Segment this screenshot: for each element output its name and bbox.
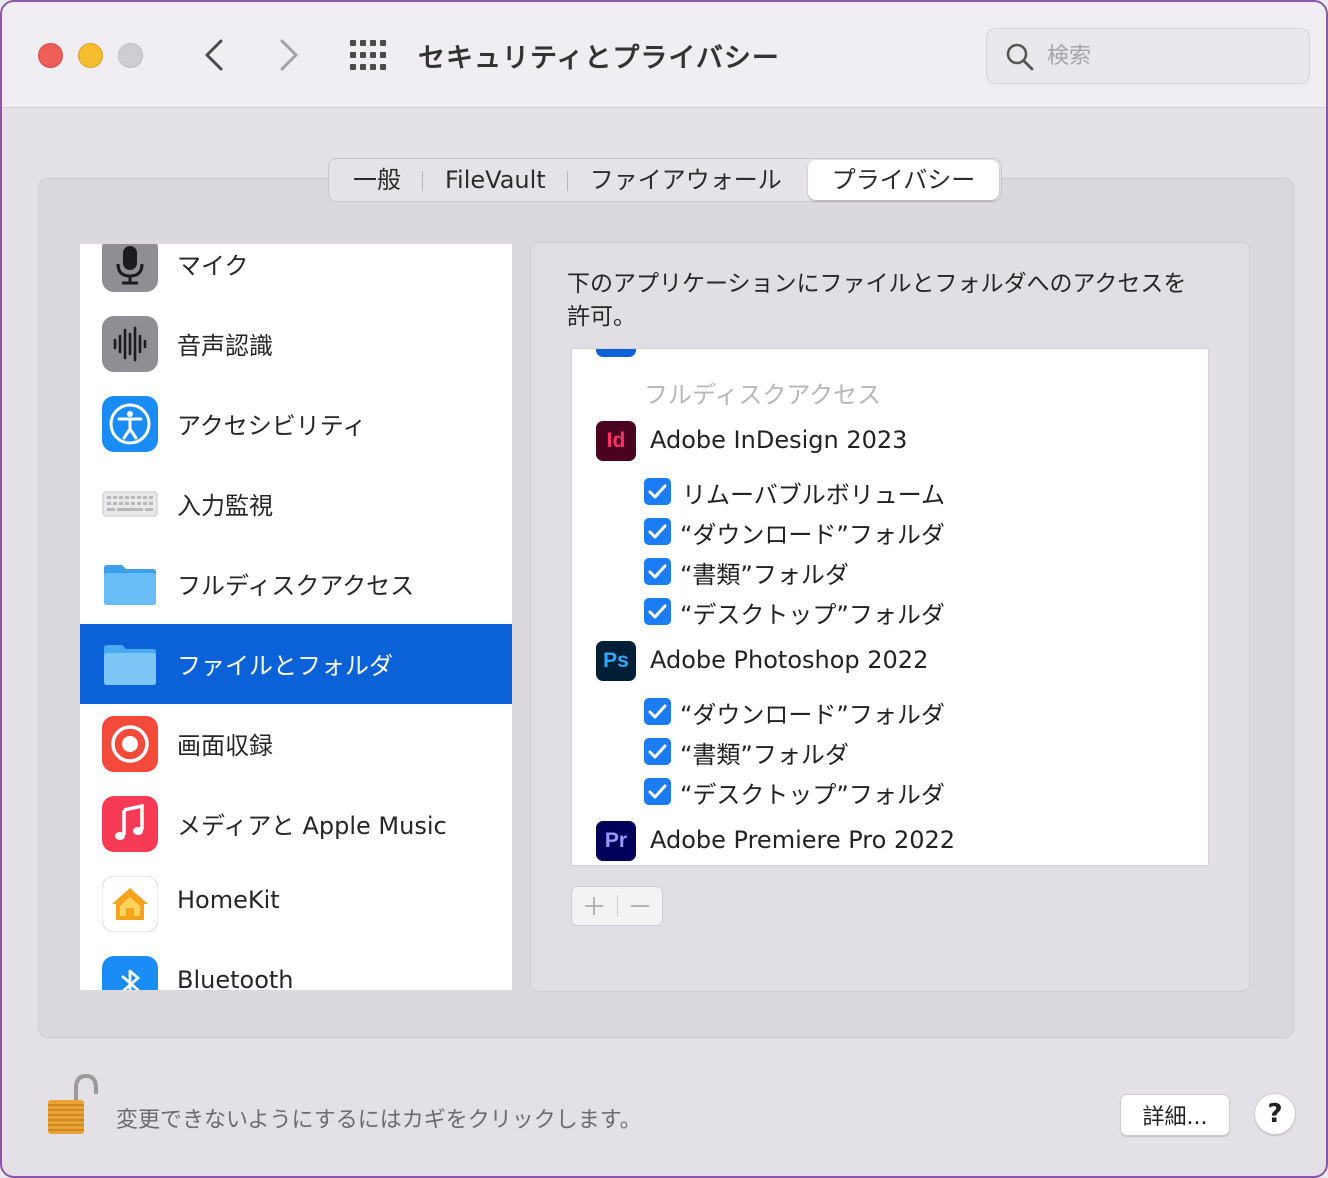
tab-filevault[interactable]: FileVault <box>423 160 568 200</box>
forward-button[interactable] <box>267 32 311 78</box>
permission-label: “書類”フォルダ <box>680 741 849 769</box>
tab-privacy[interactable]: プライバシー <box>807 160 1000 200</box>
permission-label: “ダウンロード”フォルダ <box>680 701 945 729</box>
category-label: マイク <box>177 252 249 280</box>
category-microphone[interactable]: マイク <box>80 244 512 304</box>
app-name: Adobe InDesign 2023 <box>650 426 908 454</box>
permission-label: “デスクトップ”フォルダ <box>680 601 945 629</box>
preferences-window: セキュリティとプライバシー 一般 FileVault ファイアウォール プライバ… <box>0 0 1328 1178</box>
music-note-icon <box>102 796 158 852</box>
category-speech-recognition[interactable]: 音声認識 <box>80 304 512 384</box>
app-access-list[interactable]: フルディスクアクセス Id Adobe InDesign 2023 リムーバブル… <box>571 348 1209 866</box>
category-label: 画面収録 <box>177 732 273 760</box>
search-input[interactable] <box>1047 39 1287 73</box>
lock-hint-text: 変更できないようにするにはカギをクリックします。 <box>116 1108 642 1133</box>
close-button[interactable] <box>38 43 63 68</box>
permission-row[interactable]: リムーバブルボリューム <box>572 471 1208 511</box>
home-icon <box>102 876 158 932</box>
privacy-category-list[interactable]: マイク 音声認識 アクセシビリティ 入力監視 フルディスクアクセス ファイルとフ… <box>80 244 512 990</box>
category-label: アクセシビリティ <box>177 412 367 440</box>
remove-button[interactable] <box>617 887 662 925</box>
photoshop-icon: Ps <box>596 641 636 681</box>
title-bar: セキュリティとプライバシー <box>2 2 1326 108</box>
app-name: Adobe Premiere Pro 2022 <box>650 826 956 854</box>
minus-icon <box>630 905 649 907</box>
category-label: HomeKit <box>177 886 280 914</box>
folder-icon <box>104 565 156 605</box>
checkbox-checked-icon[interactable] <box>644 558 671 585</box>
screen-record-icon <box>102 716 158 772</box>
search-field[interactable] <box>986 28 1310 84</box>
category-bluetooth[interactable]: Bluetooth <box>80 944 512 990</box>
category-label: ファイルとフォルダ <box>177 652 393 680</box>
zoom-button[interactable] <box>118 43 143 68</box>
microphone-icon <box>102 244 158 292</box>
category-label: 音声認識 <box>177 332 273 360</box>
category-media-apple-music[interactable]: メディアと Apple Music <box>80 784 512 864</box>
category-screen-recording[interactable]: 画面収録 <box>80 704 512 784</box>
indesign-icon: Id <box>596 421 636 461</box>
chevron-left-icon <box>205 39 223 71</box>
plus-icon <box>585 897 604 915</box>
permission-row[interactable]: “ダウンロード”フォルダ <box>572 691 1208 731</box>
show-all-button[interactable] <box>348 36 390 76</box>
permission-row[interactable]: “デスクトップ”フォルダ <box>572 771 1208 811</box>
permission-row[interactable]: “ダウンロード”フォルダ <box>572 511 1208 551</box>
premiere-icon: Pr <box>596 821 636 861</box>
app-icon <box>596 349 636 357</box>
checkbox-checked-icon[interactable] <box>644 698 671 725</box>
add-remove-control <box>571 886 663 926</box>
waveform-icon <box>102 316 158 372</box>
add-button[interactable] <box>572 887 617 925</box>
permission-label: リムーバブルボリューム <box>682 481 946 509</box>
tab-bar: 一般 FileVault ファイアウォール プライバシー <box>328 158 1003 202</box>
list-item: フルディスクアクセス <box>572 371 1208 411</box>
pane-description: 下のアプリケーションにファイルとフォルダへのアクセスを許可。 <box>567 271 1187 330</box>
category-input-monitoring[interactable]: 入力監視 <box>80 464 512 544</box>
app-name: Adobe Photoshop 2022 <box>650 646 929 674</box>
checkbox-checked-icon[interactable] <box>644 738 671 765</box>
permission-label: “ダウンロード”フォルダ <box>680 521 945 549</box>
keyboard-icon <box>102 491 158 517</box>
minimize-button[interactable] <box>78 43 103 68</box>
category-label: Bluetooth <box>177 966 294 990</box>
checkbox-checked-icon[interactable] <box>644 478 671 505</box>
ghost-label: フルディスクアクセス <box>644 381 882 409</box>
category-homekit[interactable]: HomeKit <box>80 864 512 944</box>
tab-general[interactable]: 一般 <box>331 160 423 200</box>
checkbox-checked-icon[interactable] <box>644 518 671 545</box>
checkbox-checked-icon[interactable] <box>644 598 671 625</box>
category-label: メディアと Apple Music <box>177 812 447 840</box>
permission-label: “デスクトップ”フォルダ <box>680 781 945 809</box>
unlocked-padlock-icon[interactable] <box>46 1072 98 1138</box>
category-files-and-folders[interactable]: ファイルとフォルダ <box>80 624 512 704</box>
checkbox-checked-icon[interactable] <box>644 778 671 805</box>
grid-icon <box>350 40 386 70</box>
permission-row[interactable]: “デスクトップ”フォルダ <box>572 591 1208 631</box>
tab-firewall[interactable]: ファイアウォール <box>568 160 804 200</box>
app-row-premiere[interactable]: Pr Adobe Premiere Pro 2022 <box>572 821 1208 861</box>
folder-icon <box>104 645 156 685</box>
chevron-right-icon <box>280 39 298 71</box>
bluetooth-icon <box>102 956 158 990</box>
window-title: セキュリティとプライバシー <box>418 43 780 74</box>
permission-label: “書類”フォルダ <box>680 561 849 589</box>
category-accessibility[interactable]: アクセシビリティ <box>80 384 512 464</box>
category-label: フルディスクアクセス <box>177 572 415 600</box>
permission-row[interactable]: “書類”フォルダ <box>572 551 1208 591</box>
search-icon <box>1006 43 1034 71</box>
category-full-disk-access[interactable]: フルディスクアクセス <box>80 544 512 624</box>
details-button[interactable]: 詳細... <box>1120 1094 1230 1136</box>
app-row-photoshop[interactable]: Ps Adobe Photoshop 2022 <box>572 641 1208 681</box>
app-row-indesign[interactable]: Id Adobe InDesign 2023 <box>572 421 1208 461</box>
back-button[interactable] <box>192 32 236 78</box>
help-button[interactable]: ? <box>1254 1093 1296 1135</box>
permission-row[interactable]: “書類”フォルダ <box>572 731 1208 771</box>
accessibility-icon <box>102 396 158 452</box>
category-label: 入力監視 <box>177 492 273 520</box>
